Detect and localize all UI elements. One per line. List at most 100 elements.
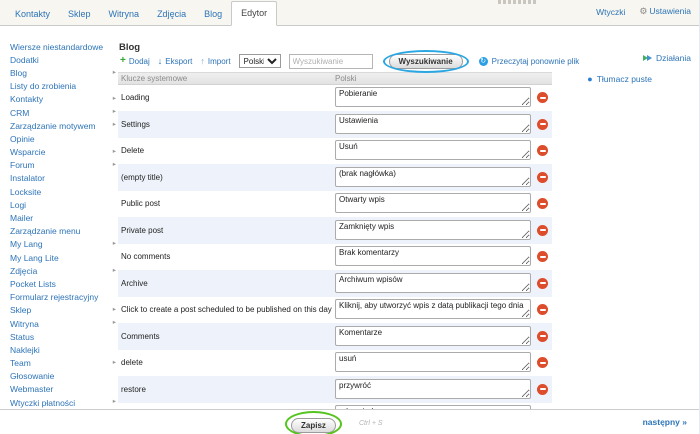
translation-input[interactable] [335, 273, 531, 293]
sidebar-item-locksite[interactable]: Locksite [10, 185, 116, 198]
remove-row-button[interactable] [537, 384, 548, 395]
clipped-screenshot-artifact [498, 0, 538, 4]
plus-icon: + [120, 56, 126, 66]
table-row: No comments [118, 244, 552, 271]
sidebar-item-label: CRM [10, 108, 29, 118]
tab-blog[interactable]: Blog [195, 3, 231, 26]
translation-input[interactable] [335, 87, 531, 107]
sidebar-item-opinie[interactable]: Opinie [10, 132, 116, 145]
submenu-arrow-icon: ▸ [113, 109, 116, 116]
translation-input[interactable] [335, 246, 531, 266]
sidebar-item-blog[interactable]: Blog▸ [10, 66, 116, 79]
sidebar-item-listy-do-zrobienia[interactable]: Listy do zrobienia [10, 80, 116, 93]
save-button[interactable]: Zapisz [291, 418, 336, 433]
sidebar-item-status[interactable]: Status [10, 330, 116, 343]
translation-cell [335, 164, 548, 191]
sidebar-item-wtyczki-płatności[interactable]: Wtyczki płatności▸ [10, 396, 116, 409]
tab-sklep[interactable]: Sklep [59, 3, 100, 26]
add-button[interactable]: +Dodaj [120, 56, 150, 66]
sidebar-item-kontakty[interactable]: Kontakty▸ [10, 93, 116, 106]
remove-row-button[interactable] [537, 331, 548, 342]
tab-bar: KontaktySklepWitrynaZdjęciaBlogEdytor [6, 0, 277, 26]
remove-row-button[interactable] [537, 251, 548, 262]
translation-input[interactable] [335, 140, 531, 160]
translation-cell [335, 138, 548, 165]
table-header: Klucze systemowe Polski [118, 72, 552, 85]
sidebar-item-label: Mailer [10, 213, 33, 223]
search-button[interactable]: Wyszukiwanie [389, 54, 463, 69]
translation-input[interactable] [335, 326, 531, 346]
settings-link[interactable]: ⚙Ustawienia [639, 6, 691, 17]
table-row: Delete [118, 138, 552, 165]
sidebar-item-my-lang[interactable]: My Lang▸ [10, 238, 116, 251]
sidebar-item-label: My Lang [10, 239, 43, 249]
remove-row-button[interactable] [537, 172, 548, 183]
translation-input[interactable] [335, 167, 531, 187]
translation-cell [335, 85, 548, 112]
sidebar-item-naklejki[interactable]: Naklejki [10, 343, 116, 356]
export-button[interactable]: ↓Eksport [158, 57, 193, 66]
tab-edytor[interactable]: Edytor [231, 1, 277, 26]
top-nav-bar: KontaktySklepWitrynaZdjęciaBlogEdytor Wt… [0, 0, 699, 26]
remove-row-button[interactable] [537, 278, 548, 289]
add-label: Dodaj [129, 57, 150, 66]
remove-row-button[interactable] [537, 304, 548, 315]
language-select[interactable]: Polski [239, 54, 281, 68]
translation-input[interactable] [335, 193, 531, 213]
save-shortcut-hint: Ctrl + S [359, 420, 383, 427]
sidebar-item-formularz-rejestracyjny[interactable]: Formularz rejestracyjny [10, 291, 116, 304]
submenu-arrow-icon: ▸ [113, 96, 116, 103]
sidebar-item-webmaster[interactable]: Webmaster [10, 383, 116, 396]
actions-link[interactable]: Działania [643, 53, 691, 63]
sidebar-item-wsparcie[interactable]: Wsparcie▸ [10, 146, 116, 159]
sidebar-item-logi[interactable]: Logi [10, 198, 116, 211]
remove-row-button[interactable] [537, 145, 548, 156]
search-input[interactable] [289, 54, 373, 69]
sidebar-item-głosowanie[interactable]: Głosowanie [10, 370, 116, 383]
system-key-label: Click to create a post scheduled to be p… [118, 297, 335, 324]
submenu-arrow-icon: ▸ [113, 70, 116, 77]
sidebar-item-label: Logi [10, 200, 26, 210]
sidebar-item-wiersze-niestandardowe[interactable]: Wiersze niestandardowe [10, 40, 116, 53]
sidebar-item-my-lang-lite[interactable]: My Lang Lite [10, 251, 116, 264]
translation-input[interactable] [335, 352, 531, 372]
sidebar-item-label: Team [10, 358, 31, 368]
translation-input[interactable] [335, 299, 531, 319]
sidebar-item-sklep[interactable]: Sklep▸ [10, 304, 116, 317]
remove-row-button[interactable] [537, 357, 548, 368]
sidebar-item-forum[interactable]: Forum▸ [10, 159, 116, 172]
sidebar-item-instalator[interactable]: Instalator [10, 172, 116, 185]
translation-input[interactable] [335, 220, 531, 240]
translation-input[interactable] [335, 114, 531, 134]
topbar-right: Wtyczki ⚙Ustawienia [596, 6, 691, 17]
translation-cell [335, 270, 548, 297]
translation-input[interactable] [335, 379, 531, 399]
tab-kontakty[interactable]: Kontakty [6, 3, 59, 26]
sidebar-item-crm[interactable]: CRM ▸ [10, 106, 116, 119]
actions-label: Działania [656, 53, 691, 63]
remove-row-button[interactable] [537, 198, 548, 209]
sidebar-item-pocket-lists[interactable]: Pocket Lists [10, 277, 116, 290]
sidebar-item-label: Webmaster [10, 384, 53, 394]
remove-row-button[interactable] [537, 225, 548, 236]
translate-empty-link[interactable]: ●Tłumacz puste [587, 74, 652, 84]
sidebar-item-mailer[interactable]: Mailer [10, 211, 116, 224]
sidebar-item-zdjęcia[interactable]: Zdjęcia▸ [10, 264, 116, 277]
remove-row-button[interactable] [537, 119, 548, 130]
next-page-link[interactable]: następny » [643, 417, 687, 427]
sidebar-item-label: Pocket Lists [10, 279, 56, 289]
table-row: delete [118, 350, 552, 377]
sidebar-item-zarządzanie-menu[interactable]: Zarządzanie menu [10, 225, 116, 238]
sidebar-item-team[interactable]: Team▸ [10, 357, 116, 370]
submenu-arrow-icon: ▸ [113, 399, 116, 406]
sidebar-item-label: Dodatki [10, 55, 39, 65]
reload-file-link[interactable]: ↻Przeczytaj ponownie plik [479, 57, 580, 66]
tab-witryna[interactable]: Witryna [100, 3, 149, 26]
sidebar-item-zarządzanie-motywem[interactable]: Zarządzanie motywem▸ [10, 119, 116, 132]
sidebar-item-dodatki[interactable]: Dodatki [10, 53, 116, 66]
remove-row-button[interactable] [537, 92, 548, 103]
plugins-link[interactable]: Wtyczki [596, 7, 625, 17]
tab-zdjęcia[interactable]: Zdjęcia [148, 3, 195, 26]
sidebar-item-witryna[interactable]: Witryna▸ [10, 317, 116, 330]
import-button[interactable]: ↑Import [200, 57, 230, 66]
